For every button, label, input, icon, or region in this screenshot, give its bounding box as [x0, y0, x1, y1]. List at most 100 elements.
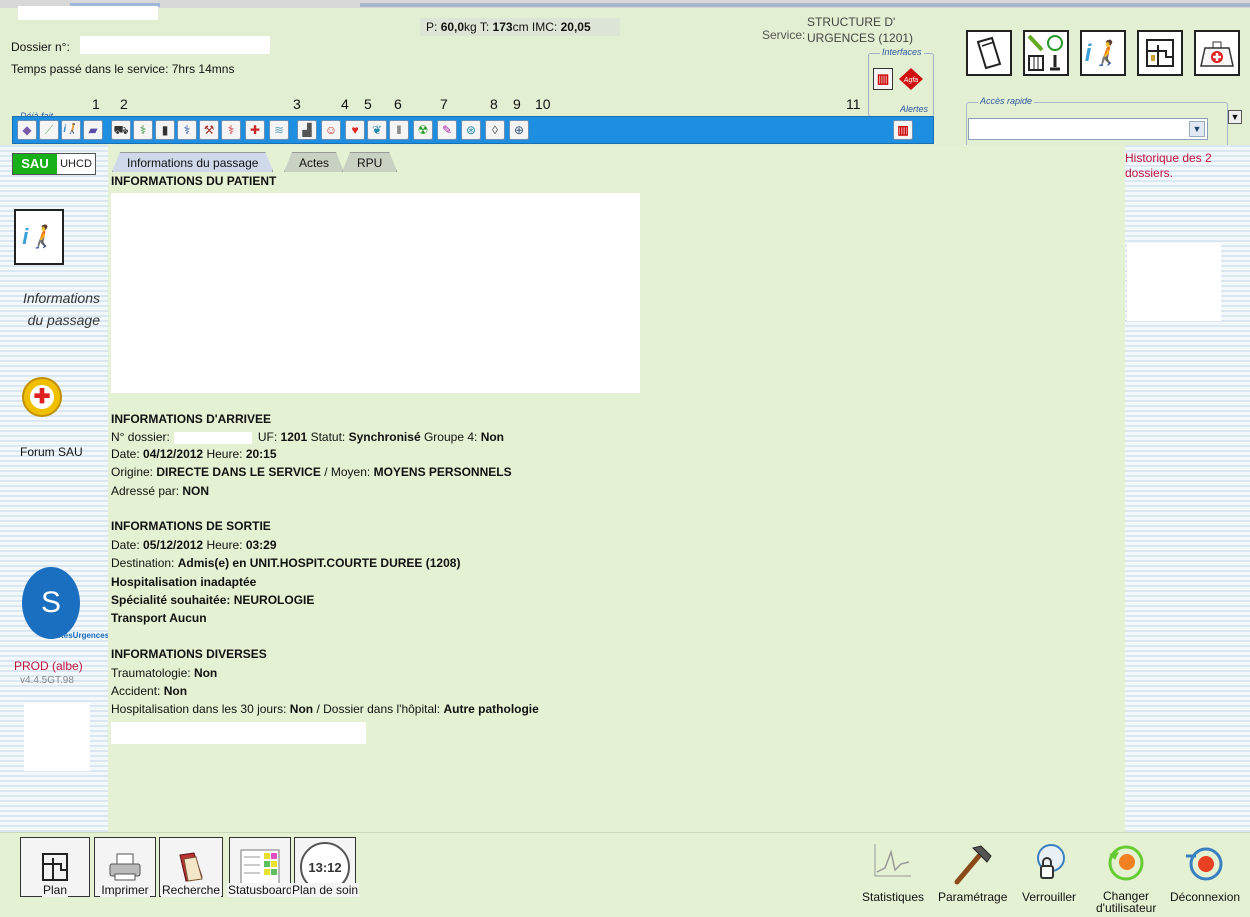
floorplan-icon[interactable]: [1137, 30, 1183, 76]
resurgences-logo-text: ResUrgences: [58, 631, 110, 640]
tab-rpu[interactable]: RPU: [342, 152, 397, 172]
forum-sau-logo[interactable]: ✚: [22, 377, 62, 417]
sau-uhcd-toggle[interactable]: SAU UHCD: [12, 153, 96, 175]
svg-text:Agfa: Agfa: [903, 77, 919, 84]
sortie-line-5: Transport Aucun: [111, 611, 207, 625]
heart-icon[interactable]: ♥: [345, 120, 365, 140]
sortie-line-3: Hospitalisation inadaptée: [111, 575, 257, 589]
toolbar-number: 10: [535, 96, 551, 112]
lungs-icon[interactable]: ❦: [367, 120, 387, 140]
statistiques-button[interactable]: Statistiques: [862, 842, 924, 904]
arrivee-line-4: Adressé par: NON: [111, 484, 210, 498]
first-aid-kit-icon[interactable]: [1194, 30, 1240, 76]
alertes-label: Alertes: [898, 104, 931, 114]
time-in-service: Temps passé dans le service: 7hrs 14mns: [11, 62, 235, 76]
toolbar-number: 4: [341, 96, 349, 112]
sortie-title: INFORMATIONS DE SORTIE: [111, 519, 271, 533]
toolbar-number: 1: [92, 96, 100, 112]
forum-sau-label[interactable]: Forum SAU: [20, 445, 83, 459]
lock-icon: [1022, 842, 1076, 890]
imprimer-button[interactable]: Imprimer: [94, 837, 156, 897]
toolbar-number: 11: [846, 96, 861, 112]
info-passage-icon[interactable]: i🚶: [14, 209, 64, 265]
switch-user-icon: [1096, 842, 1156, 890]
arrivee-title: INFORMATIONS D'ARRIVEE: [111, 412, 271, 426]
lab-tools-icon[interactable]: [1023, 30, 1069, 76]
diverses-line-3: Hospitalisation dans les 30 jours: Non /…: [111, 702, 539, 716]
sortie-line-4: Spécialité souhaitée: NEUROLOGIE: [111, 593, 315, 607]
arrivee-line-1: N° dossier: UF: 1201 Statut: Synchronisé …: [111, 430, 505, 444]
vials-icon[interactable]: ‖: [389, 120, 409, 140]
diverses-line-2: Accident: Non: [111, 684, 188, 698]
toolbar-number: 8: [490, 96, 498, 112]
trolley-icon[interactable]: ⛟: [111, 120, 131, 140]
sortie-line-1: Date: 05/12/2012 Heure: 03:29: [111, 538, 277, 552]
folder-icon[interactable]: [966, 30, 1012, 76]
main-toolbar: ◆ ⟋ i🚶 ▰ ⛟ ⚕ ▮ ⚕ ⚒ ⚕ ✚ ≋ ▟ ☺ ♥ ❦ ‖ ☢ ✎ ⊛…: [12, 116, 934, 144]
deconnexion-button[interactable]: Déconnexion: [1170, 842, 1240, 904]
tab-actes[interactable]: Actes: [284, 152, 344, 172]
chevron-down-icon[interactable]: ▼: [1189, 121, 1205, 137]
service-value: STRUCTURE D' URGENCES (1201): [807, 15, 914, 45]
plan-de-soin-button[interactable]: 13:12 Plan de soin: [291, 837, 360, 897]
plan-button[interactable]: Plan: [20, 837, 90, 897]
version-label: v4.4.5GT.98: [20, 675, 74, 686]
alert-vials-icon[interactable]: ▥: [893, 120, 913, 140]
redacted-dossier: [80, 36, 270, 54]
history-link[interactable]: Historique des 2 dossiers.: [1125, 151, 1245, 181]
book-icon[interactable]: ▰: [83, 120, 103, 140]
toolbar-number: 5: [364, 96, 372, 112]
diverses-line-1: Traumatologie: Non: [111, 666, 218, 680]
hammer-icon: [938, 842, 1007, 890]
head-icon[interactable]: ☺: [321, 120, 341, 140]
pillar-icon[interactable]: ▮: [155, 120, 175, 140]
verrouiller-button[interactable]: Verrouiller: [1022, 842, 1076, 904]
radioactive-icon[interactable]: ☢: [413, 120, 433, 140]
info-person-icon[interactable]: i🚶: [1080, 30, 1126, 76]
vitals-bar: P: 60,0kg T: 173cm IMC: 20,05: [420, 18, 620, 36]
toolbar-number: 9: [513, 96, 521, 112]
toolbar-number: 2: [120, 96, 128, 112]
logout-icon: [1170, 842, 1240, 890]
tab-informations-passage[interactable]: Informations du passage: [112, 152, 273, 172]
compass-icon[interactable]: ⊕: [509, 120, 529, 140]
arrivee-line-3: Origine: DIRECTE DANS LE SERVICE / Moyen…: [111, 465, 512, 479]
recherche-button[interactable]: Recherche: [159, 837, 223, 897]
agfa-icon[interactable]: Agfa: [898, 68, 924, 90]
chart-line-icon: [862, 842, 924, 890]
diverses-title: INFORMATIONS DIVERSES: [111, 647, 267, 661]
service-label: Service:: [762, 28, 806, 42]
pen-icon[interactable]: ✎: [437, 120, 457, 140]
uhcd-button[interactable]: UHCD: [57, 154, 95, 174]
patient-info-redacted: [111, 193, 640, 393]
body-icon[interactable]: ⊛: [461, 120, 481, 140]
redacted-block: [111, 722, 366, 744]
parametrage-button[interactable]: Paramétrage: [938, 842, 1007, 904]
hammer-icon[interactable]: ⚒: [199, 120, 219, 140]
info-person-icon[interactable]: i🚶: [61, 120, 81, 140]
interfaces-label: Interfaces: [880, 47, 924, 57]
right-sidebar: Historique des 2 dossiers.: [1125, 145, 1250, 832]
resurgences-logo: S: [22, 567, 80, 639]
statusboard-button[interactable]: Statusboard: [227, 837, 294, 897]
redacted-block: [18, 6, 158, 20]
first-aid-icon[interactable]: ✚: [245, 120, 265, 140]
prod-label: PROD (albe): [14, 659, 83, 673]
dropdown-toggle-icon[interactable]: ▼: [1228, 110, 1242, 124]
xray-icon[interactable]: ≋: [269, 120, 289, 140]
caduceus-red-icon[interactable]: ⚕: [221, 120, 241, 140]
changer-utilisateur-button[interactable]: Changer d'utilisateur: [1096, 842, 1156, 914]
caduceus-icon[interactable]: ⚕: [133, 120, 153, 140]
eraser-icon[interactable]: ◆: [17, 120, 37, 140]
patient-title: INFORMATIONS DU PATIENT: [111, 174, 277, 188]
redacted-block: [1127, 243, 1221, 321]
info-passage-caption: Informations du passage: [22, 290, 100, 328]
bladder-icon[interactable]: ◊: [485, 120, 505, 140]
sau-button[interactable]: SAU: [13, 154, 57, 174]
vials-interface-icon[interactable]: ▥: [873, 68, 893, 90]
caduceus-blue-icon[interactable]: ⚕: [177, 120, 197, 140]
acces-rapide-label: Accès rapide: [978, 96, 1035, 106]
chair-icon[interactable]: ▟: [297, 120, 317, 140]
chart-icon[interactable]: ⟋: [39, 120, 59, 140]
acces-rapide-select[interactable]: ▼: [968, 118, 1208, 140]
